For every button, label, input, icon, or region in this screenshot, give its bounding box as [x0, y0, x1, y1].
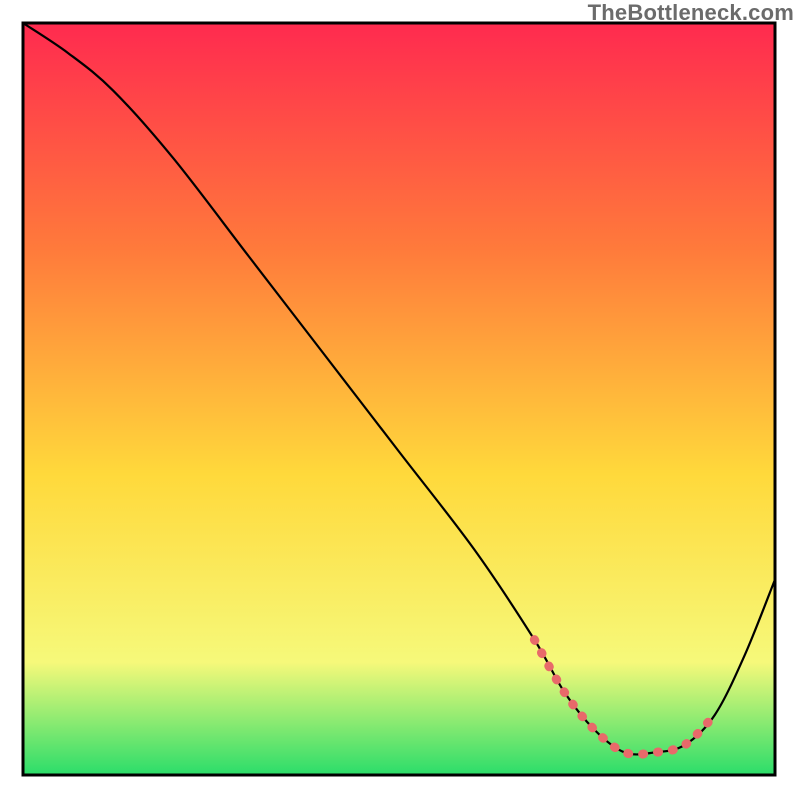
bottleneck-chart: [0, 0, 800, 800]
watermark-text: TheBottleneck.com: [588, 0, 794, 26]
plot-area: [23, 23, 775, 775]
chart-stage: TheBottleneck.com: [0, 0, 800, 800]
